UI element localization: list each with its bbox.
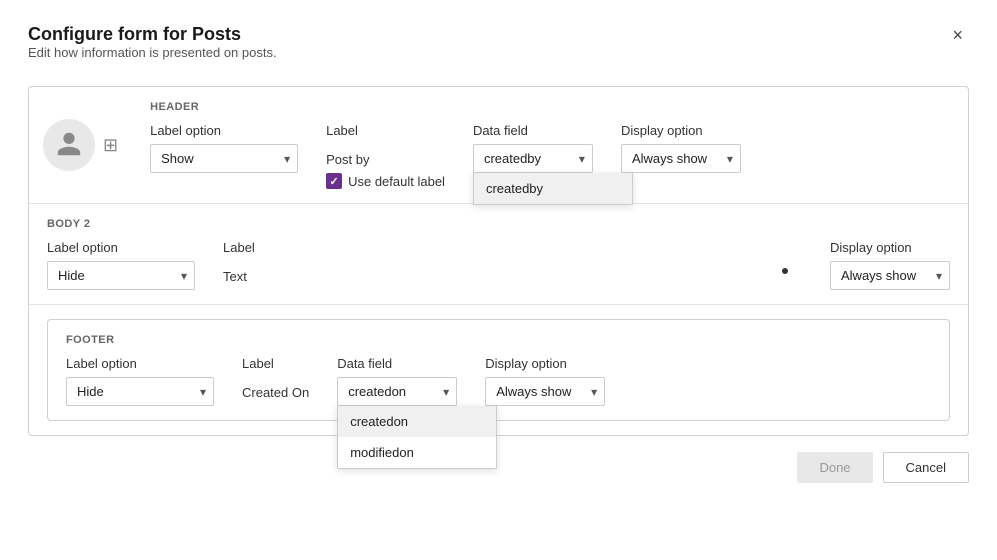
footer-label-option-label: Label option <box>66 356 214 371</box>
header-label-option-wrapper: Show Hide <box>150 144 298 173</box>
header-display-option-wrapper: Always show Never show <box>621 144 741 173</box>
body2-label-group: Label Text <box>223 240 255 284</box>
footer-label-option-wrapper: Show Hide <box>66 377 214 406</box>
header-display-option-label: Display option <box>621 123 741 138</box>
footer-data-field-select-wrapper: createdon modifiedon <box>337 377 457 406</box>
header-display-option-group: Display option Always show Never show <box>621 123 741 173</box>
footer-data-field-dropdown: createdon modifiedon <box>337 406 497 469</box>
footer-section-outer: FOOTER Label option Show Hide <box>29 305 968 435</box>
footer-fields-row: Label option Show Hide Label Created On <box>66 356 931 406</box>
footer-data-field-label: Data field <box>337 356 457 371</box>
footer-label-option-group: Label option Show Hide <box>66 356 214 406</box>
body2-display-option-group: Display option Always show Never show <box>830 240 950 290</box>
header-data-field-select[interactable]: createdby <box>473 144 593 173</box>
configure-form-dialog: Configure form for Posts Edit how inform… <box>0 0 997 560</box>
body2-label-option-group: Label option Show Hide <box>47 240 195 290</box>
header-label-option-select[interactable]: Show Hide <box>150 144 298 173</box>
dialog-footer: Done Cancel <box>28 436 969 483</box>
body2-label-option-label: Label option <box>47 240 195 255</box>
footer-data-field-select[interactable]: createdon modifiedon <box>337 377 457 406</box>
body2-display-option-select[interactable]: Always show Never show <box>830 261 950 290</box>
body2-section-label: BODY 2 <box>47 218 950 230</box>
footer-dropdown-item-modifiedon[interactable]: modifiedon <box>338 437 496 468</box>
avatar-block: ⊞ <box>29 87 132 203</box>
footer-display-option-wrapper: Always show Never show <box>485 377 605 406</box>
dialog-subtitle: Edit how information is presented on pos… <box>28 45 277 60</box>
footer-data-field-group: Data field createdon modifiedon createdo… <box>337 356 457 406</box>
footer-display-option-group: Display option Always show Never show <box>485 356 605 406</box>
header-section-row: ⊞ HEADER Label option Show Hide <box>29 87 968 204</box>
header-fields-row: Label option Show Hide Label Post by <box>150 123 950 189</box>
footer-label-group: Label Created On <box>242 356 309 400</box>
footer-section-label: FOOTER <box>66 334 931 346</box>
body2-label-text: Text <box>223 269 255 284</box>
footer-display-option-select[interactable]: Always show Never show <box>485 377 605 406</box>
user-icon <box>55 130 83 161</box>
footer-label-option-select[interactable]: Show Hide <box>66 377 214 406</box>
header-section-label: HEADER <box>150 101 950 113</box>
header-label-label: Label <box>326 123 445 138</box>
footer-inner: FOOTER Label option Show Hide <box>47 319 950 421</box>
body2-display-option-label: Display option <box>830 240 950 255</box>
done-button[interactable]: Done <box>797 452 872 483</box>
avatar <box>43 119 95 171</box>
use-default-label-text: Use default label <box>348 174 445 189</box>
header-fields: HEADER Label option Show Hide <box>132 87 968 203</box>
header-label-option-label: Label option <box>150 123 298 138</box>
header-use-default-row: Use default label <box>326 173 445 189</box>
footer-label-text: Created On <box>242 385 309 400</box>
footer-data-field-wrapper: createdon modifiedon createdon modifiedo… <box>337 377 457 406</box>
header-data-field-dropdown: createdby <box>473 173 633 205</box>
body2-label-option-select[interactable]: Show Hide <box>47 261 195 290</box>
header-label-subgroup: Post by Use default label <box>326 144 445 189</box>
footer-display-option-label: Display option <box>485 356 605 371</box>
header-dropdown-item-createdby[interactable]: createdby <box>474 173 632 204</box>
header-label-option-group: Label option Show Hide <box>150 123 298 173</box>
header-label-group: Label Post by Use default label <box>326 123 445 189</box>
body2-display-option-wrapper: Always show Never show <box>830 261 950 290</box>
body2-label-option-wrapper: Show Hide <box>47 261 195 290</box>
footer-label-label: Label <box>242 356 309 371</box>
footer-dropdown-item-createdon[interactable]: createdon <box>338 406 496 437</box>
layout-icon: ⊞ <box>103 135 118 156</box>
cancel-button[interactable]: Cancel <box>883 452 969 483</box>
dialog-header: Configure form for Posts Edit how inform… <box>28 24 969 80</box>
body2-fields: BODY 2 Label option Show Hide <box>47 218 950 290</box>
use-default-label-checkbox[interactable] <box>326 173 342 189</box>
header-data-field-select-wrapper: createdby <box>473 144 593 173</box>
main-content: ⊞ HEADER Label option Show Hide <box>28 86 969 436</box>
header-display-option-select[interactable]: Always show Never show <box>621 144 741 173</box>
body2-fields-row: Label option Show Hide Label Text <box>47 240 950 290</box>
body2-label-label: Label <box>223 240 255 255</box>
close-button[interactable]: × <box>946 24 969 46</box>
header-data-field-label: Data field <box>473 123 593 138</box>
dialog-title: Configure form for Posts <box>28 24 277 45</box>
header-label-text: Post by <box>326 152 445 167</box>
body2-section: BODY 2 Label option Show Hide <box>29 204 968 305</box>
header-data-field-group: Data field createdby createdby <box>473 123 593 173</box>
header-data-field-wrapper: createdby createdby <box>473 144 593 173</box>
